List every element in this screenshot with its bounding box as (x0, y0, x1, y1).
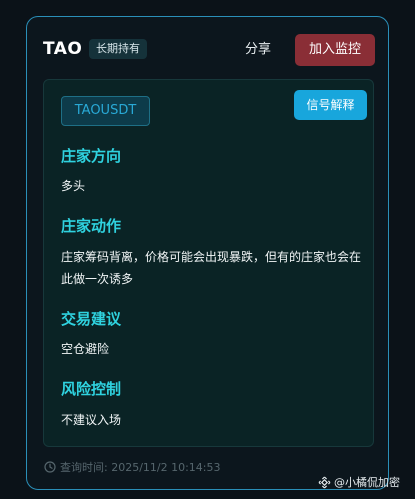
section-title-action: 庄家动作 (61, 217, 122, 235)
binance-logo-icon (318, 476, 331, 489)
clock-icon (44, 461, 56, 473)
ticker-symbol: TAO (43, 39, 83, 59)
section-body-action: 庄家筹码背离，价格可能会出现暴跌，但有的庄家也会在此做一次诱多 (61, 250, 362, 286)
section-body-direction: 多头 (61, 179, 86, 193)
card-header: TAO 长期持有 分享 加入监控 (27, 17, 388, 79)
signal-explain-button[interactable]: 信号解释 (294, 90, 367, 120)
section-title-risk: 风险控制 (61, 380, 122, 398)
query-time-text: 查询时间: 2025/11/2 10:14:53 (60, 461, 221, 474)
watermark-text: @小橘侃加密 (334, 476, 400, 489)
page: TAO 长期持有 分享 加入监控 TAOUSDT 信号解释 庄家方向 多头 庄家… (0, 0, 415, 499)
share-button[interactable]: 分享 (232, 35, 284, 65)
section-title-advice: 交易建议 (61, 310, 122, 328)
section-title-direction: 庄家方向 (61, 147, 122, 165)
section-body-advice: 空仓避险 (61, 342, 110, 356)
add-monitor-button[interactable]: 加入监控 (295, 34, 375, 66)
analysis-panel: TAOUSDT 信号解释 庄家方向 多头 庄家动作 庄家筹码背离，价格可能会出现… (43, 79, 374, 447)
query-time-row: 查询时间: 2025/11/2 10:14:53 (44, 459, 221, 475)
signal-card: TAO 长期持有 分享 加入监控 TAOUSDT 信号解释 庄家方向 多头 庄家… (26, 16, 389, 490)
section-body-risk: 不建议入场 (61, 413, 122, 427)
watermark: @小橘侃加密 (318, 474, 400, 490)
holding-badge: 长期持有 (89, 39, 147, 59)
trading-pair-tag: TAOUSDT (61, 96, 150, 126)
